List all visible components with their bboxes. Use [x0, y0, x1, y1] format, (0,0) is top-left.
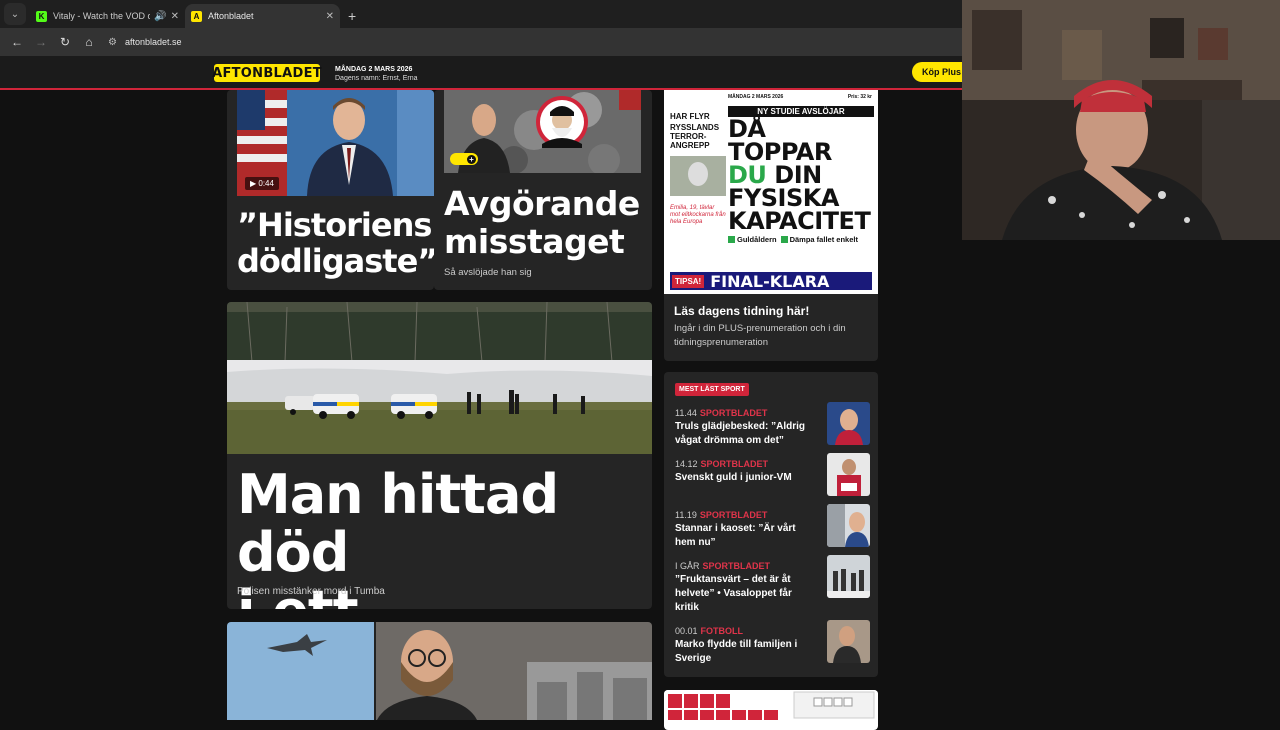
site-info-icon[interactable]: ⚙: [108, 37, 117, 48]
webcam-image: [962, 0, 1280, 240]
most-read-sport: MEST LÄST SPORT 11.44 SPORTBLADET Truls g…: [664, 372, 878, 677]
crossword-image: [664, 690, 878, 720]
browser-toolbar: ← → ↻ ⌂ ⚙ aftonbladet.se: [0, 28, 962, 56]
close-tab-icon[interactable]: ✕: [171, 11, 179, 22]
np-big-headline: DÅ TOPPAR DU DIN FYSISKA KAPACITET: [728, 115, 871, 235]
tab-vitaly[interactable]: K Vitaly - Watch the VOD on K 🔊 ✕: [30, 4, 185, 28]
item-thumbnail: [827, 402, 870, 445]
article-subtitle: Polisen misstänker mord i Tumba: [237, 586, 385, 597]
item-title: ”Fruktansvärt – det är åt helvete” • Vas…: [675, 574, 792, 613]
crossword-card[interactable]: [664, 690, 878, 730]
most-read-badge: MEST LÄST SPORT: [675, 383, 749, 396]
list-item[interactable]: 11.19 SPORTBLADET Stannar i kaoset: ”Är v…: [675, 504, 870, 550]
item-time: I GÅR: [675, 561, 700, 571]
address-bar[interactable]: ⚙ aftonbladet.se: [108, 31, 956, 53]
item-category: SPORTBLADET: [699, 510, 768, 520]
list-item[interactable]: 00.01 FOTBOLL Marko flydde till familjen …: [675, 620, 870, 666]
site-header: AFTONBLADET MÅNDAG 2 MARS 2026 Dagens na…: [0, 56, 962, 90]
newspaper-caption-title: Läs dagens tidning här!: [674, 304, 810, 318]
article-image: [227, 622, 652, 720]
item-time: 00.01: [675, 626, 698, 636]
np-final: FINAL-KLARA: [710, 271, 830, 291]
audio-icon[interactable]: 🔊: [154, 11, 166, 22]
article-card-historiens[interactable]: ▶ 0:44 ”Historiens dödligaste”: [227, 90, 434, 290]
aftonbladet-logo[interactable]: AFTONBLADET: [212, 64, 322, 82]
item-thumbnail: [827, 504, 870, 547]
tab-search-icon[interactable]: ⌄: [4, 3, 26, 25]
date-block: MÅNDAG 2 MARS 2026 Dagens namn: Ernst, E…: [335, 65, 418, 83]
logo-text: AFTONBLADET: [212, 65, 322, 81]
np-left-photo: [670, 156, 726, 196]
item-category: FOTBOLL: [700, 626, 744, 636]
close-tab-icon[interactable]: ✕: [326, 11, 334, 22]
item-category: SPORTBLADET: [702, 561, 771, 571]
item-title: Truls glädjebesked: ”Aldrig vågat drömma…: [675, 421, 806, 446]
aftonbladet-favicon-icon: A: [191, 10, 202, 22]
np-tag1: Guldåldern: [737, 235, 777, 244]
item-title: Marko flydde till familjen i Sverige: [675, 639, 798, 664]
police-field-image: [227, 302, 652, 454]
item-category: SPORTBLADET: [699, 408, 768, 418]
item-thumbnail: [827, 453, 870, 496]
np-left-title: HAR FLYR: [670, 112, 710, 121]
newspaper-main: NY STUDIE AVSLÖJAR DÅ TOPPAR DU DIN FYSI…: [728, 106, 874, 266]
newspaper-date: MÅNDAG 2 MARS 2026: [728, 94, 784, 100]
reload-icon[interactable]: ↻: [54, 31, 76, 53]
item-thumbnail: [827, 620, 870, 663]
article-card-avgorande[interactable]: + Avgörande misstaget Så avslöjade han s…: [434, 90, 652, 290]
list-item[interactable]: 11.44 SPORTBLADET Truls glädjebesked: ”Al…: [675, 402, 870, 448]
tab-title: Vitaly - Watch the VOD on K: [53, 11, 151, 21]
article-subtitle: Så avslöjade han sig: [444, 267, 532, 278]
video-duration-badge: ▶ 0:44: [245, 177, 279, 190]
article-image: +: [444, 90, 641, 173]
namesday-text: Dagens namn: Ernst, Erna: [335, 75, 418, 82]
article-headline: ”Historiens dödligaste”: [237, 206, 434, 280]
newspaper-caption[interactable]: Läs dagens tidning här! Ingår i din PLUS…: [664, 294, 878, 361]
item-time: 11.19: [675, 510, 697, 520]
article-card-man-hittad[interactable]: Man hittad död i ett vattendrag Polisen …: [227, 302, 652, 609]
date-text: MÅNDAG 2 MARS 2026: [335, 66, 413, 73]
list-item[interactable]: 14.12 SPORTBLADET Svenskt guld i junior-V…: [675, 453, 870, 496]
new-tab-plus-icon[interactable]: +: [348, 8, 356, 24]
newspaper-caption-sub: Ingår i din PLUS-prenumeration och i din…: [674, 323, 846, 348]
plus-badge-icon: +: [450, 153, 478, 165]
list-item[interactable]: I GÅR SPORTBLADET ”Fruktansvärt – det är …: [675, 555, 870, 615]
article-card-jet[interactable]: [227, 622, 652, 720]
item-title: Svenskt guld i junior-VM: [675, 472, 792, 483]
article-image: [227, 302, 652, 454]
np-left-caption: Emilia, 19, tävlar mot elitkockarna från…: [670, 205, 726, 225]
item-time: 11.44: [675, 408, 697, 418]
newspaper-left-column: HAR FLYR RYSSLANDS TERROR-ANGREPP Emilia…: [670, 106, 726, 276]
np-footer: TIPSA! FINAL-KLARA: [670, 271, 872, 291]
item-category: SPORTBLADET: [700, 459, 769, 469]
np-tag2: Dämpa fallet enkelt: [789, 235, 858, 244]
newspaper-price: Pris: 32 kr: [847, 94, 872, 100]
np-left-sub: RYSSLANDS TERROR-ANGREPP: [670, 123, 720, 150]
tab-aftonbladet[interactable]: A Aftonbladet ✕: [185, 4, 340, 28]
np-tipsa: TIPSA!: [672, 274, 705, 288]
article-image: ▶ 0:44: [237, 90, 434, 196]
item-thumbnail: [827, 555, 870, 598]
item-title: Stannar i kaoset: ”Är vårt hem nu”: [675, 523, 796, 548]
article-headline: Avgörande misstaget: [444, 184, 640, 261]
back-arrow-icon[interactable]: ←: [6, 31, 28, 53]
browser-tabbar: ⌄ K Vitaly - Watch the VOD on K 🔊 ✕ A Af…: [0, 0, 962, 28]
home-icon[interactable]: ⌂: [78, 31, 100, 53]
item-time: 14.12: [675, 459, 698, 469]
tab-title: Aftonbladet: [208, 11, 254, 21]
url-text: aftonbladet.se: [124, 37, 182, 47]
kick-favicon-icon: K: [36, 10, 47, 22]
webcam-overlay: [962, 0, 1280, 240]
todays-newspaper-cover[interactable]: MÅNDAG 2 MARS 2026 Pris: 32 kr HAR FLYR …: [664, 90, 878, 294]
newspaper-header: MÅNDAG 2 MARS 2026 Pris: 32 kr: [664, 90, 878, 104]
forward-arrow-icon[interactable]: →: [30, 31, 52, 53]
